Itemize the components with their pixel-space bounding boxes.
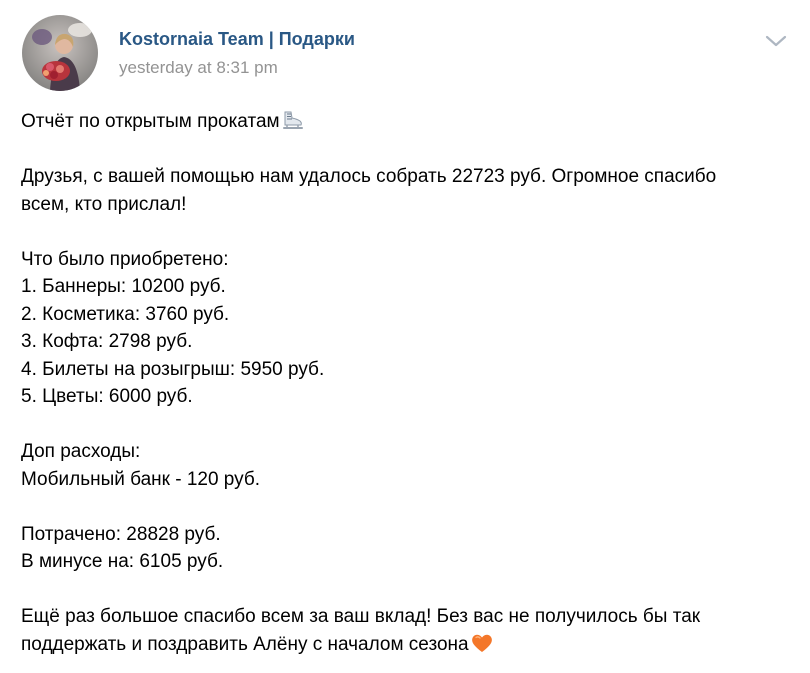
list-item: 2. Косметика: 3760 руб.	[21, 303, 230, 325]
post-time[interactable]: yesterday at 8:31 pm	[119, 58, 278, 78]
orange-heart-emoji	[470, 632, 494, 663]
closing-line-2: поддержать и поздравить Алёну с началом …	[21, 631, 791, 659]
thanks-line-2: всем, кто прислал!	[21, 193, 187, 215]
post-header: Kostornaia Team | Подарки yesterday at 8…	[22, 15, 788, 91]
deficit-total: В минусе на: 6105 руб.	[21, 551, 224, 572]
closing-text: поддержать и поздравить Алёну с началом …	[21, 633, 469, 655]
post-text: Отчёт по открытым прокатам Друзья, с ваш…	[21, 108, 791, 658]
list-item: 4. Билеты на розыгрыш: 5950 руб.	[21, 358, 325, 380]
spent-total: Потрачено: 28828 руб.	[21, 523, 221, 545]
ice-skate-emoji	[281, 109, 305, 140]
chevron-down-icon[interactable]	[764, 31, 788, 51]
purchased-heading: Что было приобретено:	[21, 248, 229, 270]
avatar[interactable]	[22, 15, 98, 91]
author-link[interactable]: Kostornaia Team | Подарки	[119, 29, 355, 50]
post-title: Отчёт по открытым прокатам	[21, 111, 280, 132]
list-item: 5. Цветы: 6000 руб.	[21, 386, 193, 407]
thanks-line-1: Друзья, с вашей помощью нам удалось собр…	[21, 166, 717, 187]
closing-line-1: Ещё раз большое спасибо всем за ваш вкла…	[21, 606, 701, 627]
list-item: 1. Баннеры: 10200 руб.	[21, 276, 226, 297]
post-title-line: Отчёт по открытым прокатам	[21, 108, 791, 136]
list-item: 3. Кофта: 2798 руб.	[21, 331, 193, 352]
extra-item: Мобильный банк - 120 руб.	[21, 468, 261, 490]
extra-heading: Доп расходы:	[21, 441, 141, 462]
group-avatar-photo	[22, 15, 98, 91]
